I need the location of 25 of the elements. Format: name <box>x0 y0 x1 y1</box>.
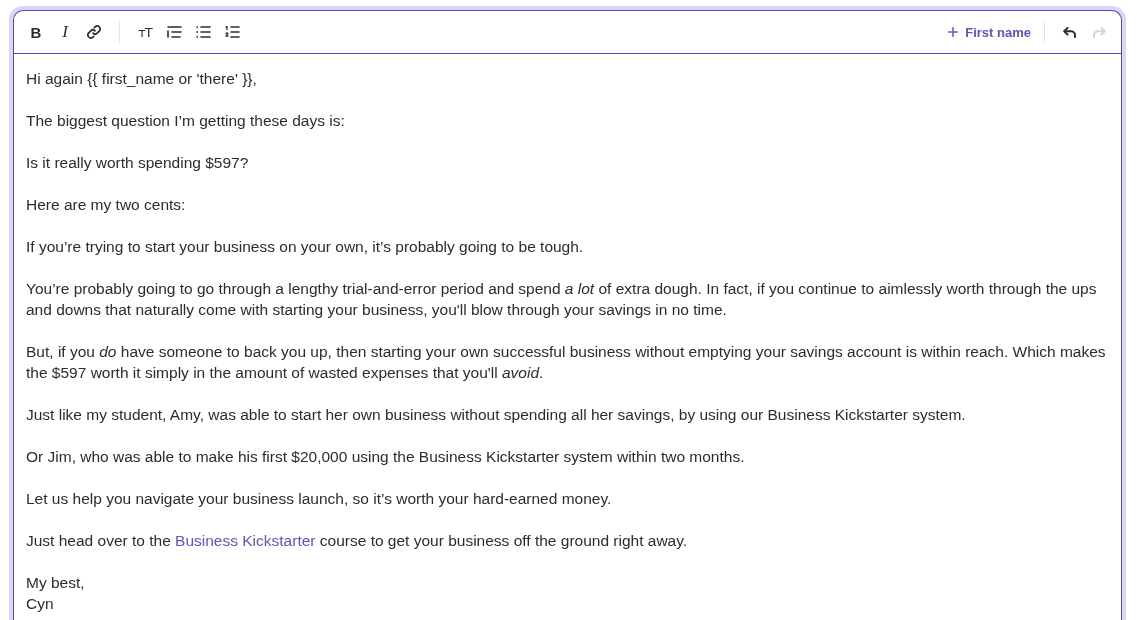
undo-icon <box>1063 26 1077 38</box>
paragraph: Or Jim, who was able to make his first $20,000 using the Business Kickstarter system within two months. <box>26 447 746 467</box>
paragraph: Here are my two cents: <box>26 195 187 215</box>
paragraph: If you’re trying to start your business on your own, it’s probably going to be tough. <box>26 237 585 257</box>
link-icon <box>86 24 102 40</box>
insert-first-name-button[interactable]: First name <box>942 20 1033 44</box>
sign-off-line: Cyn <box>26 594 54 614</box>
paragraph: Hi again {{ first_name or 'there' }}, <box>26 69 258 89</box>
redo-icon <box>1092 26 1106 38</box>
paragraph: You’re probably going to go through a lengthy trial-and-error period and spend a lot of extra dough. In fact, if you continue to aimlessly worth through the ups and downs that naturally come with starting your business, you'll blow through your savings in no time. <box>26 279 1098 320</box>
plus-icon <box>948 27 959 37</box>
paragraph: The biggest question I’m getting these days is: <box>26 111 346 131</box>
paragraph: Is it really worth spending $597? <box>26 153 250 173</box>
paragraph: Just head over to the Business Kickstarter course to get your business off the ground right away. <box>26 531 689 551</box>
sign-off-line: My best, <box>26 573 85 593</box>
course-link[interactable]: Business Kickstarter <box>175 532 316 549</box>
text-size-button[interactable]: ᴛT <box>131 18 159 46</box>
bullet-list-icon <box>195 26 211 38</box>
paragraph: Just like my student, Amy, was able to start her own business without spending all her savings, by using our Business Kickstarter system. <box>26 405 967 425</box>
indent-icon <box>166 26 182 38</box>
numbered-list-icon <box>224 26 240 38</box>
paragraph: But, if you do have someone to back you up, then starting your own successful business without emptying your savings account is within reach. Which makes the $597 worth it simply in the amount of wasted expenses that you'll avoid. <box>26 342 1107 383</box>
paragraph: Let us help you navigate your business launch, so it’s worth your hard-earned money. <box>26 489 613 509</box>
bold-button[interactable]: B <box>22 18 50 46</box>
italic-button[interactable]: I <box>51 18 79 46</box>
